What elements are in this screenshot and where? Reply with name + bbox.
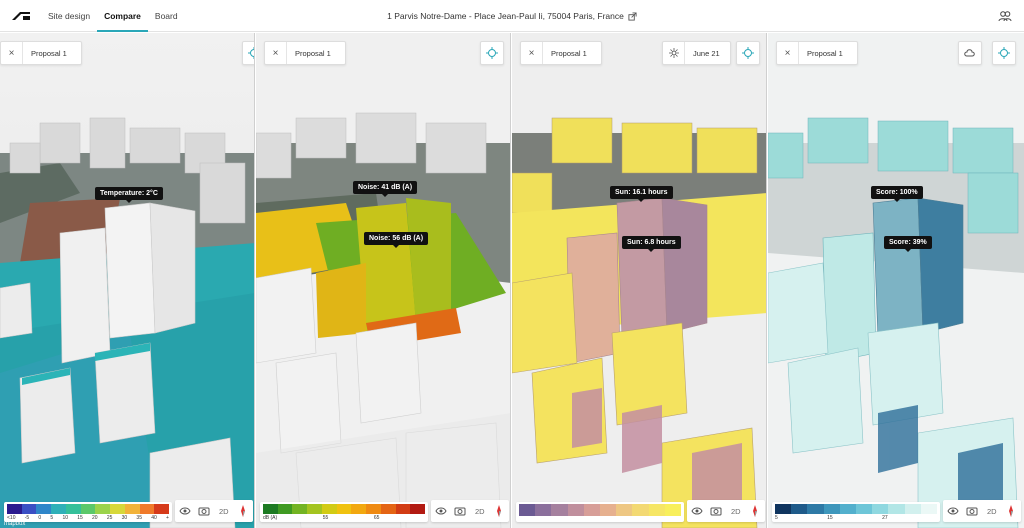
camera-icon[interactable] <box>452 503 468 519</box>
noise-legend: dB (A) 55 65 <box>260 502 428 522</box>
analysis-label: Score: 100% <box>871 186 923 202</box>
close-icon[interactable]: × <box>265 42 287 64</box>
users-icon[interactable] <box>998 9 1012 23</box>
cloud-icon <box>964 49 975 57</box>
view-tools: 2D <box>943 500 1021 522</box>
locate-button[interactable] <box>480 41 504 65</box>
view-mode-toggle[interactable]: 2D <box>216 503 232 519</box>
crosshair-icon <box>742 47 754 59</box>
top-bar: Site design Compare Board 1 Parvis Notre… <box>0 0 1024 32</box>
compass-icon[interactable] <box>747 503 763 519</box>
legend-color-bar <box>7 504 170 514</box>
crosshair-icon <box>248 47 254 59</box>
legend-color-bar <box>519 504 682 516</box>
analysis-label: Score: 39% <box>884 236 932 252</box>
crosshair-icon <box>998 47 1010 59</box>
view-tools: 2D <box>687 500 765 522</box>
address-text: 1 Parvis Notre-Dame - Place Jean-Paul Ii… <box>387 11 624 21</box>
compare-panel-noise: × Proposal 1 Noise: 41 dB (A) Noise: 56 … <box>256 33 511 528</box>
legend-color-bar <box>263 504 426 514</box>
close-icon[interactable]: × <box>1 42 23 64</box>
analysis-label: Noise: 56 dB (A) <box>364 232 429 248</box>
proposal-selector[interactable]: × Proposal 1 <box>264 41 346 65</box>
compass-icon[interactable] <box>235 503 251 519</box>
eye-icon[interactable] <box>433 503 449 519</box>
eye-icon[interactable] <box>177 503 193 519</box>
date-selector[interactable]: June 21 <box>662 41 731 65</box>
analysis-label: Temperature: 2°C <box>95 187 163 203</box>
temperature-legend: <10 -5 0 5 10 15 20 25 30 35 40 + <box>4 502 172 522</box>
analysis-label: Sun: 16.1 hours <box>610 186 673 202</box>
compare-panel-score: × Proposal 1 Score: 100% Score: 39% 5 15 2… <box>768 33 1024 528</box>
view-tools: 2D <box>431 500 509 522</box>
close-icon[interactable]: × <box>777 42 799 64</box>
map-3d-view[interactable] <box>512 33 767 528</box>
locate-button[interactable] <box>736 41 760 65</box>
view-mode-toggle[interactable]: 2D <box>728 503 744 519</box>
legend-ticks: 5 15 27 <box>775 515 888 521</box>
map-3d-view[interactable]: mapbox <box>0 33 255 528</box>
locate-button[interactable] <box>242 41 254 65</box>
tab-board[interactable]: Board <box>148 0 185 32</box>
legend-color-bar <box>775 504 938 514</box>
legend-ticks: dB (A) 55 65 <box>263 515 380 521</box>
crosshair-icon <box>486 47 498 59</box>
proposal-selector[interactable]: × Proposal 1 <box>776 41 858 65</box>
external-link-icon[interactable] <box>628 11 637 21</box>
proposal-selector[interactable]: × Proposal 1 <box>520 41 602 65</box>
compare-panel-temperature: mapbox × Proposal 1 Temperature: 2°C <10… <box>0 33 255 528</box>
tab-site-design[interactable]: Site design <box>41 0 97 32</box>
map-3d-view[interactable] <box>768 33 1024 528</box>
tab-compare[interactable]: Compare <box>97 0 148 32</box>
proposal-selector[interactable]: × Proposal 1 <box>0 41 82 65</box>
view-tools: 2D <box>175 500 253 522</box>
compare-panel-sun: × Proposal 1 June 21 Sun: 16.1 hours Sun… <box>512 33 767 528</box>
view-mode-toggle[interactable]: 2D <box>984 503 1000 519</box>
compass-icon[interactable] <box>1003 503 1019 519</box>
analysis-label: Noise: 41 dB (A) <box>353 181 418 197</box>
score-legend: 5 15 27 <box>772 502 940 522</box>
legend-ticks: <10 -5 0 5 10 15 20 25 30 35 40 + <box>7 515 169 521</box>
map-3d-view[interactable] <box>256 33 511 528</box>
camera-icon[interactable] <box>196 503 212 519</box>
logo-icon[interactable] <box>11 9 33 23</box>
camera-icon[interactable] <box>964 503 980 519</box>
camera-icon[interactable] <box>708 503 724 519</box>
sun-icon <box>663 42 685 64</box>
locate-button[interactable] <box>992 41 1016 65</box>
compass-icon[interactable] <box>491 503 507 519</box>
analysis-label: Sun: 6.8 hours <box>622 236 681 252</box>
view-mode-toggle[interactable]: 2D <box>472 503 488 519</box>
eye-icon[interactable] <box>945 503 961 519</box>
sun-legend <box>516 502 684 522</box>
cloud-button[interactable] <box>958 41 982 65</box>
close-icon[interactable]: × <box>521 42 543 64</box>
eye-icon[interactable] <box>689 503 705 519</box>
